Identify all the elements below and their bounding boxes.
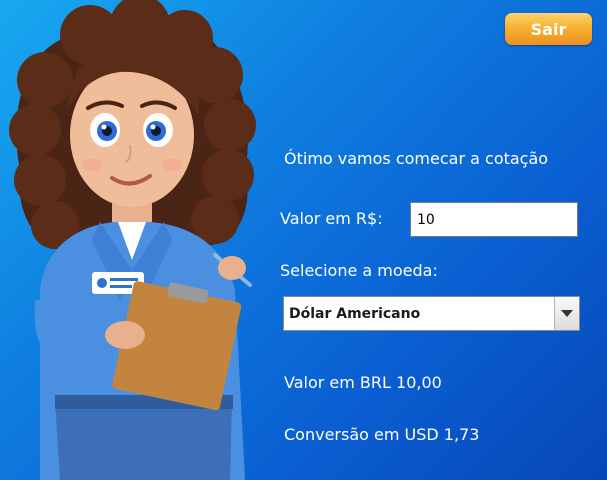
value-label: Valor em R$: [280,209,383,228]
currency-selected-value: Dólar Americano [289,305,421,322]
value-input[interactable] [410,202,578,237]
currency-dropdown[interactable]: Dólar Americano [283,296,580,331]
brl-value-text: Valor em BRL 10,00 [284,373,442,392]
conversion-result-text: Conversão em USD 1,73 [284,425,480,444]
greeting-text: Ótimo vamos comecar a cotação [284,149,549,168]
currency-label: Selecione a moeda: [280,261,438,280]
currency-quote-window: Sair Ótimo vamos comecar a cotação Valor… [0,0,607,480]
assistant-illustration [9,0,256,480]
exit-button[interactable]: Sair [505,13,592,45]
chevron-down-icon[interactable] [554,297,579,330]
